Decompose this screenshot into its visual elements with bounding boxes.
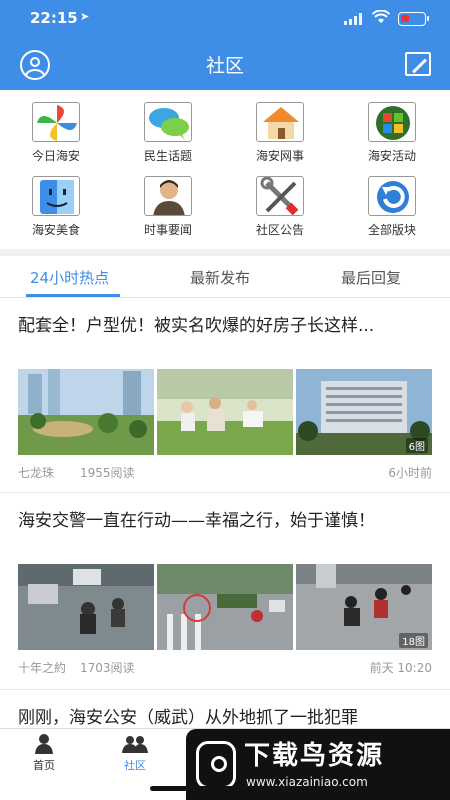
post-image[interactable]	[18, 564, 154, 650]
category-item[interactable]: 海安网事	[224, 90, 336, 163]
category-label: 海安活动	[367, 149, 416, 163]
post-reads: 1955阅读	[80, 466, 135, 480]
tabbar-label: 首页	[33, 759, 55, 772]
image-count-badge: 18图	[399, 633, 428, 648]
home-indicator	[150, 786, 290, 791]
image-count-badge: 6图	[405, 438, 428, 453]
post-time: 前天 10:20	[369, 661, 432, 675]
category-item[interactable]: 今日海安	[0, 90, 112, 163]
divider	[0, 249, 450, 256]
category-label: 民生话题	[143, 149, 192, 163]
post-title[interactable]: 刚刚，海安公安（威武）从外地抓了一批犯罪	[18, 706, 438, 728]
post-title[interactable]: 配套全！户型优！被实名吹爆的好房子长这样...	[18, 314, 438, 338]
page-title: 社区	[205, 55, 244, 77]
category-label: 海安美食	[31, 223, 80, 237]
tab-latest[interactable]: 最新发布	[190, 267, 250, 288]
post-images: 18图	[18, 564, 432, 650]
category-item[interactable]: 社区公告	[224, 164, 336, 237]
battery-icon	[398, 12, 429, 26]
post-image[interactable]	[18, 369, 154, 455]
house-icon	[256, 102, 304, 142]
community-people-icon	[122, 735, 148, 753]
tab-24h-hot[interactable]: 24小时热点	[30, 267, 109, 288]
wifi-icon	[371, 9, 391, 28]
post-item[interactable]: 刚刚，海安公安（威武）从外地抓了一批犯罪	[0, 690, 450, 728]
category-item[interactable]: 海安美食	[0, 164, 112, 237]
person-icon	[144, 176, 192, 216]
post-author[interactable]: 七龙珠	[18, 464, 54, 481]
post-title[interactable]: 海安交警一直在行动——幸福之行，始于谨慎！	[18, 509, 438, 533]
post-image[interactable]: 6图	[296, 369, 432, 455]
post-images: 6图	[18, 369, 432, 455]
tabbar-label: 社区	[124, 759, 146, 772]
post-item[interactable]: 配套全！户型优！被实名吹爆的好房子长这样... 6图 七龙珠 1955阅读 6小…	[0, 298, 450, 492]
windows-logo-icon	[368, 102, 416, 142]
feed-tabs: 24小时热点 最新发布 最后回复	[0, 256, 450, 298]
post-time: 6小时前	[388, 466, 432, 480]
tab-last-reply[interactable]: 最后回复	[341, 267, 401, 288]
category-label: 社区公告	[255, 223, 304, 237]
post-image[interactable]	[157, 369, 293, 455]
post-author[interactable]: 十年之約	[18, 659, 66, 676]
home-person-icon	[35, 734, 53, 754]
chat-bubbles-icon	[144, 102, 192, 142]
compose-icon[interactable]	[405, 52, 431, 76]
cellular-signal-icon	[344, 13, 362, 25]
watermark-logo-icon	[196, 741, 236, 789]
status-time: 22:15	[30, 9, 78, 27]
post-item[interactable]: 海安交警一直在行动——幸福之行，始于谨慎！ 18图 十年之約 1703阅读 前天…	[0, 493, 450, 689]
tools-icon	[256, 176, 304, 216]
category-label: 今日海安	[31, 149, 80, 163]
post-image[interactable]: 18图	[296, 564, 432, 650]
finder-face-icon	[32, 176, 80, 216]
category-label: 全部版块	[367, 223, 416, 237]
pinwheel-icon	[32, 102, 80, 142]
refresh-arrow-icon	[368, 176, 416, 216]
category-item[interactable]: 全部版块	[336, 164, 448, 237]
nav-bar: 社区	[0, 36, 450, 90]
category-item[interactable]: 民生话题	[112, 90, 224, 163]
location-arrow-icon: ➤	[80, 10, 90, 23]
category-label: 时事要闻	[143, 223, 192, 237]
category-grid: 今日海安 民生话题 海安网事 海安活动 海安美食 时事要闻 社区公告 全部版块	[0, 90, 450, 250]
category-item[interactable]: 海安活动	[336, 90, 448, 163]
status-bar: 22:15 ➤	[0, 0, 450, 36]
post-image[interactable]	[157, 564, 293, 650]
active-tab-indicator	[26, 294, 120, 297]
tabbar-item-home[interactable]: 首页	[14, 729, 74, 800]
category-item[interactable]: 时事要闻	[112, 164, 224, 237]
watermark-title: 下载鸟资源	[244, 741, 385, 771]
post-reads: 1703阅读	[80, 661, 135, 675]
category-label: 海安网事	[255, 149, 304, 163]
